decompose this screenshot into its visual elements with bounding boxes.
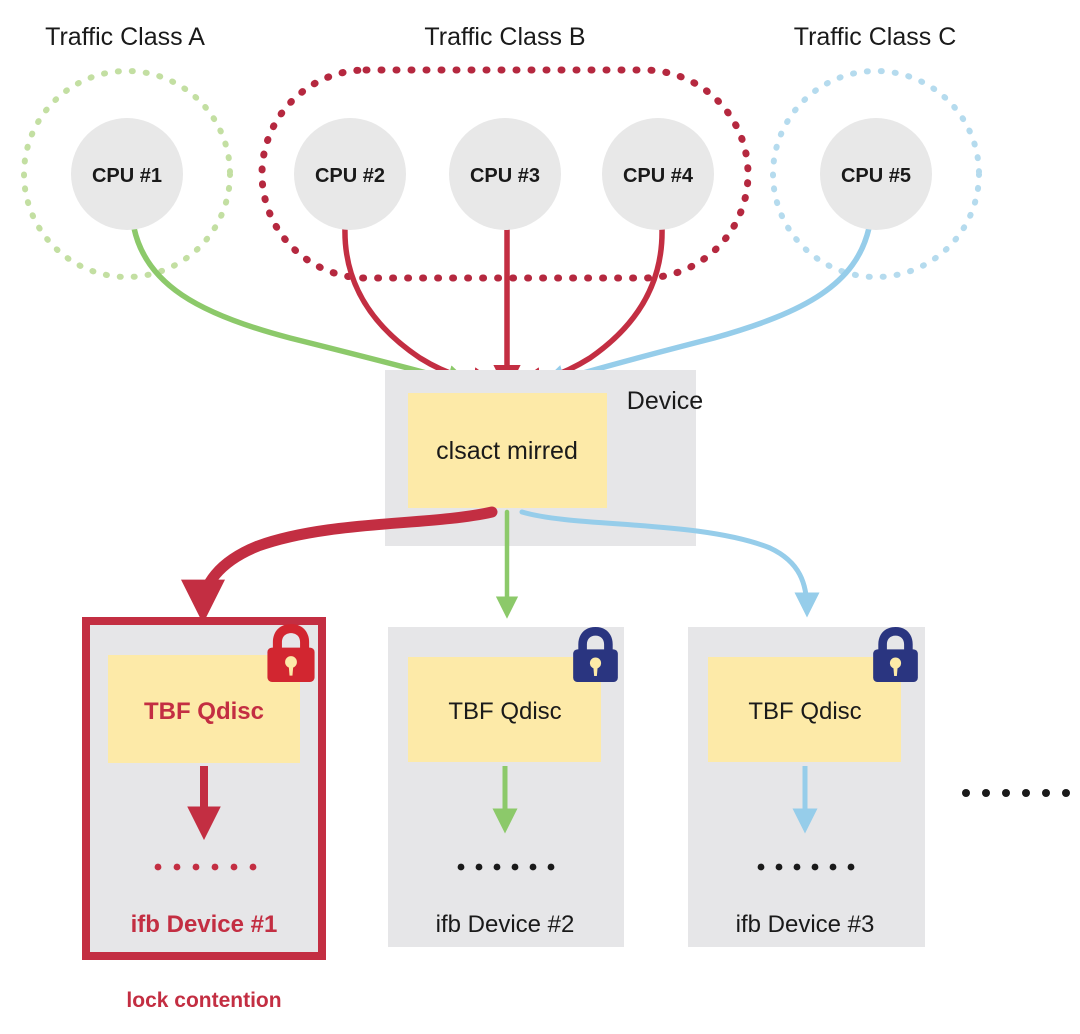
- lock-contention-annotation: lock contention: [126, 989, 281, 1012]
- cpu-node-2-label: CPU #2: [315, 165, 385, 187]
- clsact-mirred-label: clsact mirred: [436, 437, 578, 465]
- cpu-node-5-label: CPU #5: [841, 165, 911, 187]
- traffic-class-c-title: Traffic Class C: [794, 23, 957, 51]
- ifb-device-1: TBF Qdisc ifb Device #1: [82, 617, 326, 960]
- ifb-device-2: TBF Qdisc ifb Device #2: [388, 627, 624, 947]
- cpu-node-3: CPU #3: [449, 118, 561, 230]
- traffic-class-b-title: Traffic Class B: [424, 23, 585, 51]
- ifb-device-3: TBF Qdisc ifb Device #3: [688, 627, 925, 947]
- diagram-canvas: Traffic Class A Traffic Class B Traffic …: [0, 0, 1080, 1034]
- device-label: Device: [627, 387, 703, 415]
- flow-cpu4-to-clsact: [513, 225, 665, 395]
- traffic-class-a-title: Traffic Class A: [45, 23, 205, 51]
- cpu-node-3-label: CPU #3: [470, 165, 540, 187]
- clsact-mirred-box: clsact mirred: [408, 393, 607, 508]
- more-devices-ellipsis: [962, 789, 1070, 797]
- ifb-device-2-name: ifb Device #2: [436, 911, 575, 938]
- cpu-node-1: CPU #1: [71, 118, 183, 230]
- diagram-svg: Traffic Class A Traffic Class B Traffic …: [21, 23, 1070, 1012]
- cpu-node-5: CPU #5: [820, 118, 932, 230]
- ifb-device-3-qdisc-label: TBF Qdisc: [748, 698, 861, 725]
- cpu-node-2: CPU #2: [294, 118, 406, 230]
- cpu-node-1-label: CPU #1: [92, 165, 162, 187]
- cpu-node-4-label: CPU #4: [623, 165, 694, 187]
- ifb-device-2-qdisc-label: TBF Qdisc: [448, 698, 561, 725]
- flow-cpu2-to-clsact: [342, 225, 501, 395]
- ifb-device-1-qdisc-label: TBF Qdisc: [144, 698, 264, 725]
- flow-cpu1-to-clsact: [131, 225, 474, 392]
- cpu-node-4: CPU #4: [602, 118, 714, 230]
- flow-cpu5-to-clsact: [538, 225, 872, 392]
- ifb-device-1-name: ifb Device #1: [131, 911, 278, 938]
- ifb-device-3-name: ifb Device #3: [736, 911, 875, 938]
